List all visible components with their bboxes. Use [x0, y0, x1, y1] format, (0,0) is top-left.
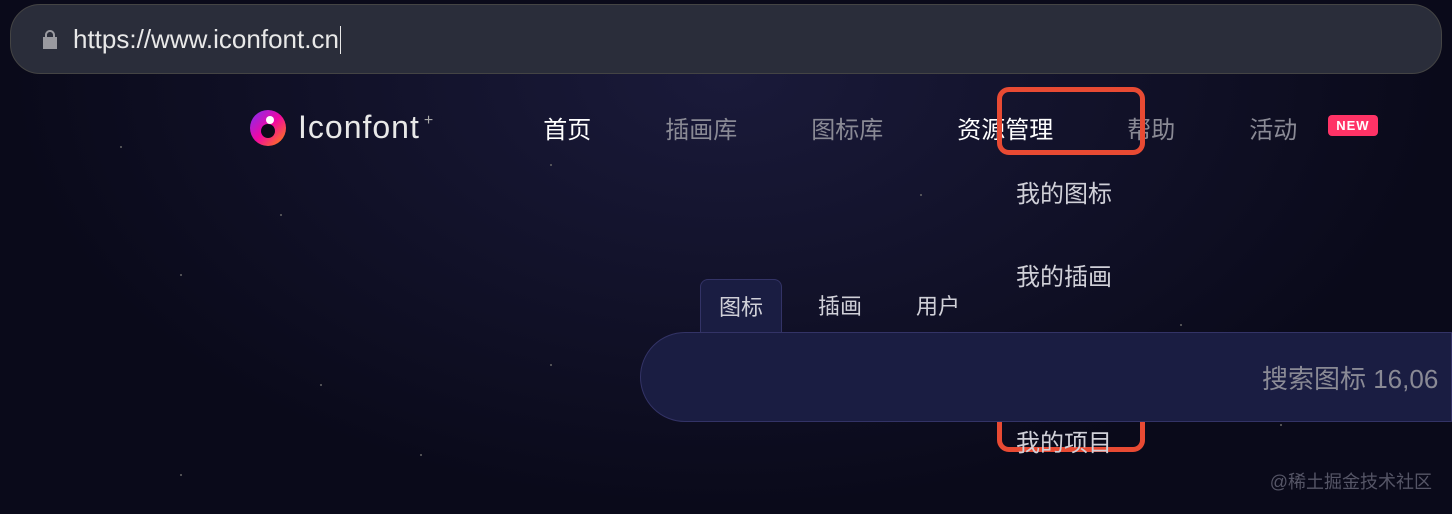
lock-icon: [41, 29, 59, 49]
dropdown-my-icons[interactable]: 我的图标: [1016, 174, 1112, 209]
url-text: https://www.iconfont.cn: [73, 24, 339, 55]
nav-resources[interactable]: 资源管理: [932, 102, 1078, 153]
logo[interactable]: Iconfont +: [250, 109, 433, 146]
nav-activity[interactable]: 活动: [1224, 102, 1322, 153]
search-placeholder: 搜索图标 16,06: [1262, 359, 1438, 396]
nav-help[interactable]: 帮助: [1102, 102, 1200, 153]
search-tab-icon[interactable]: 图标: [700, 279, 782, 332]
logo-text: Iconfont: [298, 109, 420, 146]
logo-plus: +: [424, 112, 433, 130]
search-tab-illustration[interactable]: 插画: [800, 279, 880, 332]
dropdown-my-projects[interactable]: 我的项目: [1016, 423, 1112, 458]
logo-icon: [250, 110, 286, 146]
search-tab-user[interactable]: 用户: [898, 279, 978, 332]
main-content: Iconfont + 首页 插画库 图标库 资源管理 帮助 活动 NEW 我的图…: [0, 74, 1452, 514]
dropdown-my-illustrations[interactable]: 我的插画: [1016, 257, 1112, 292]
nav-home[interactable]: 首页: [518, 102, 616, 153]
nav-illustrations[interactable]: 插画库: [640, 102, 762, 153]
browser-address-bar[interactable]: https://www.iconfont.cn: [10, 4, 1442, 74]
search-tabs: 图标 插画 用户: [700, 279, 978, 332]
watermark: @稀土掘金技术社区: [1270, 468, 1432, 494]
new-badge: NEW: [1328, 115, 1377, 136]
top-navigation: Iconfont + 首页 插画库 图标库 资源管理 帮助 活动 NEW: [0, 74, 1452, 153]
nav-icons[interactable]: 图标库: [786, 102, 908, 153]
